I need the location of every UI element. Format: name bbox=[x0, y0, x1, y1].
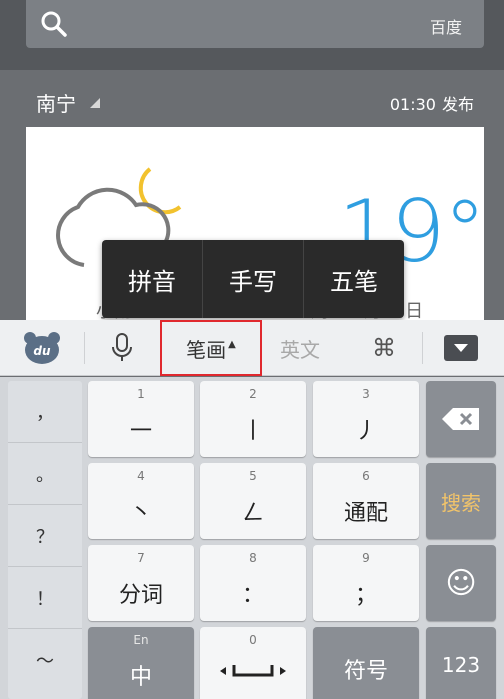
key-label: 符号 bbox=[343, 659, 388, 684]
key-number: 1 bbox=[137, 387, 145, 401]
key-number: 7 bbox=[137, 551, 145, 565]
toolbar-divider bbox=[84, 332, 85, 364]
semicolon-key[interactable]: 9 ； bbox=[313, 545, 419, 621]
symbol-key-exclaim[interactable]: ！ bbox=[8, 567, 82, 629]
key-label: 丨 bbox=[241, 419, 264, 444]
stroke-key-3[interactable]: 3 丿 bbox=[313, 381, 419, 457]
key-number: 9 bbox=[362, 551, 370, 565]
numbers-button[interactable]: 123 bbox=[426, 627, 496, 699]
key-label: ： bbox=[241, 583, 264, 608]
colon-key[interactable]: 8 ： bbox=[200, 545, 306, 621]
key-number: 6 bbox=[362, 469, 370, 483]
key-number: 5 bbox=[249, 469, 257, 483]
weather-header: 南宁 01:30 发布 bbox=[0, 70, 504, 126]
publish-label: 发布 bbox=[441, 95, 474, 114]
wildcard-key[interactable]: 6 通配 bbox=[313, 463, 419, 539]
publish-time: 01:30 bbox=[389, 95, 436, 114]
toolbar-divider bbox=[422, 332, 423, 364]
stroke-input-mode-button[interactable]: 笔画 ▲ bbox=[160, 320, 262, 376]
search-brand-label: 百度 bbox=[429, 18, 462, 37]
segment-key[interactable]: 7 分词 bbox=[88, 545, 194, 621]
stroke-key-1[interactable]: 1 一 bbox=[88, 381, 194, 457]
command-icon[interactable]: ⌘ bbox=[362, 320, 406, 376]
stroke-label: 笔画 bbox=[186, 337, 227, 362]
symbol-column: ， 。 ？ ！ ～ bbox=[8, 381, 82, 699]
top-area: 百度 bbox=[0, 0, 504, 70]
space-key[interactable]: 0 bbox=[200, 627, 306, 699]
city-dropdown-icon[interactable] bbox=[90, 98, 100, 108]
voice-input-button[interactable] bbox=[100, 320, 144, 376]
symbol-key-comma[interactable]: ， bbox=[8, 381, 82, 443]
key-number: En bbox=[133, 633, 149, 647]
baidu-logo-button[interactable]: du bbox=[20, 320, 64, 376]
popup-item-handwriting[interactable]: 手写 bbox=[203, 240, 304, 318]
key-label: 分词 bbox=[118, 583, 163, 608]
key-label: ㄥ bbox=[241, 501, 264, 526]
logo-text: du bbox=[33, 344, 51, 358]
input-mode-popup: 拼音 手写 五笔 bbox=[102, 240, 404, 318]
baidu-bear-icon: du bbox=[24, 332, 60, 364]
keyboard: ， 。 ？ ！ ～ 1 一 2 丨 3 丿 4 丶 5 ㄥ 6 通配 搜索 7 bbox=[0, 377, 504, 699]
backspace-button[interactable] bbox=[426, 381, 496, 457]
emoji-icon: ☺ bbox=[445, 565, 477, 601]
popup-item-pinyin[interactable]: 拼音 bbox=[102, 240, 203, 318]
stroke-key-4[interactable]: 4 丶 bbox=[88, 463, 194, 539]
symbol-key-tilde[interactable]: ～ bbox=[8, 629, 82, 691]
english-mode-button[interactable]: 英文 bbox=[270, 320, 330, 376]
caret-up-icon: ▲ bbox=[228, 338, 236, 350]
key-label: 丶 bbox=[129, 501, 152, 526]
key-number: 0 bbox=[249, 633, 257, 647]
chevron-down-icon bbox=[454, 344, 468, 352]
backspace-icon bbox=[442, 408, 479, 430]
key-label: ； bbox=[354, 583, 377, 608]
key-number: 3 bbox=[362, 387, 370, 401]
collapse-keyboard-button[interactable] bbox=[444, 335, 478, 361]
city-name[interactable]: 南宁 bbox=[36, 88, 76, 117]
microphone-icon bbox=[112, 333, 132, 361]
search-icon bbox=[41, 11, 67, 37]
popup-item-wubi[interactable]: 五笔 bbox=[304, 240, 404, 318]
key-number: 2 bbox=[249, 387, 257, 401]
key-label: 一 bbox=[129, 419, 152, 444]
key-label: 中 bbox=[129, 665, 152, 690]
language-switch-key[interactable]: En 中 bbox=[88, 627, 194, 699]
key-label: 丿 bbox=[354, 419, 377, 444]
key-number: 8 bbox=[249, 551, 257, 565]
symbol-key-period[interactable]: 。 bbox=[8, 443, 82, 505]
keyboard-toolbar: du 笔画 ▲ 英文 ⌘ bbox=[0, 320, 504, 376]
key-number: 4 bbox=[137, 469, 145, 483]
symbol-key-question[interactable]: ？ bbox=[8, 505, 82, 567]
stroke-key-5[interactable]: 5 ㄥ bbox=[200, 463, 306, 539]
stroke-key-2[interactable]: 2 丨 bbox=[200, 381, 306, 457]
space-bar-icon bbox=[220, 665, 286, 677]
search-bar[interactable]: 百度 bbox=[26, 0, 484, 48]
publish-info: 01:30 发布 bbox=[390, 91, 474, 115]
emoji-button[interactable]: ☺ bbox=[426, 545, 496, 621]
search-button[interactable]: 搜索 bbox=[426, 463, 496, 539]
key-label: 通配 bbox=[343, 501, 388, 526]
symbols-key[interactable]: 符号 bbox=[313, 627, 419, 699]
